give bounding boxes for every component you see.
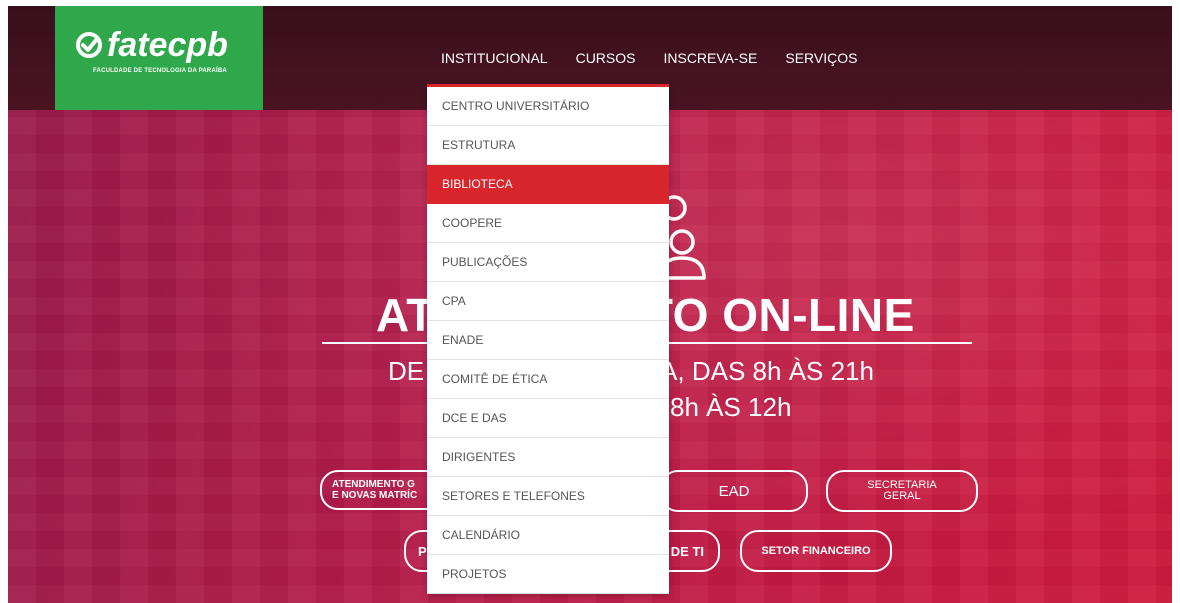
- menu-item-projetos[interactable]: PROJETOS: [427, 555, 669, 594]
- nav-inscreva-se[interactable]: INSCREVA-SE: [663, 50, 757, 66]
- menu-item-publicacoes[interactable]: PUBLICAÇÕES: [427, 243, 669, 282]
- atendimento-label: ATENDIMENTO G E NOVAS MATRÍC: [332, 479, 417, 501]
- atendimento-label-line1: ATENDIMENTO G: [332, 479, 415, 490]
- check-badge-icon: [76, 32, 102, 58]
- menu-item-calendario[interactable]: CALENDÁRIO: [427, 516, 669, 555]
- secretaria-geral-button[interactable]: SECRETARIA GERAL: [826, 470, 978, 512]
- menu-item-centro-universitario[interactable]: CENTRO UNIVERSITÁRIO: [427, 87, 669, 126]
- menu-item-dce-e-das[interactable]: DCE E DAS: [427, 399, 669, 438]
- setor-ti-label: DE TI: [670, 543, 704, 559]
- logo-brand: fatecpb: [107, 26, 228, 64]
- hero-line1-right: TA, DAS 8h ÀS 21h: [646, 356, 874, 386]
- hero-line1-left: DE: [388, 356, 425, 386]
- page-frame: fatecpb FACULDADE DE TECNOLOGIA DA PARAÍ…: [8, 6, 1172, 603]
- nav-institucional[interactable]: INSTITUCIONAL: [441, 50, 548, 66]
- p-button-label: P: [418, 543, 427, 559]
- ead-label: EAD: [718, 482, 750, 500]
- secretaria-label-line2: GERAL: [883, 490, 921, 502]
- menu-item-estrutura[interactable]: ESTRUTURA: [427, 126, 669, 165]
- atendimento-label-line2: E NOVAS MATRÍC: [332, 490, 418, 501]
- menu-item-biblioteca[interactable]: BIBLIOTECA: [427, 165, 669, 204]
- institucional-dropdown-menu: CENTRO UNIVERSITÁRIO ESTRUTURA BIBLIOTEC…: [427, 84, 669, 594]
- setor-financeiro-label: SETOR FINANCEIRO: [761, 544, 871, 557]
- ead-button[interactable]: EAD: [660, 470, 808, 512]
- menu-item-enade[interactable]: ENADE: [427, 321, 669, 360]
- logo-row: fatecpb: [75, 28, 228, 62]
- logo[interactable]: fatecpb FACULDADE DE TECNOLOGIA DA PARAÍ…: [55, 6, 263, 110]
- menu-item-comite-de-etica[interactable]: COMITÊ DE ÉTICA: [427, 360, 669, 399]
- hero-schedule-line2: 8h ÀS 12h: [670, 392, 792, 422]
- menu-item-cpa[interactable]: CPA: [427, 282, 669, 321]
- main-nav: INSTITUCIONAL CURSOS INSCREVA-SE SERVIÇO…: [441, 50, 885, 66]
- menu-item-coopere[interactable]: COOPERE: [427, 204, 669, 243]
- setor-financeiro-button[interactable]: SETOR FINANCEIRO: [740, 530, 892, 572]
- secretaria-label: SECRETARIA GERAL: [867, 480, 936, 502]
- menu-item-setores-e-telefones[interactable]: SETORES E TELEFONES: [427, 477, 669, 516]
- nav-servicos[interactable]: SERVIÇOS: [785, 50, 857, 66]
- hero-title-right: TO ON-LINE: [644, 289, 915, 341]
- logo-tagline: FACULDADE DE TECNOLOGIA DA PARAÍBA: [93, 68, 227, 74]
- nav-cursos[interactable]: CURSOS: [576, 50, 636, 66]
- menu-item-dirigentes[interactable]: DIRIGENTES: [427, 438, 669, 477]
